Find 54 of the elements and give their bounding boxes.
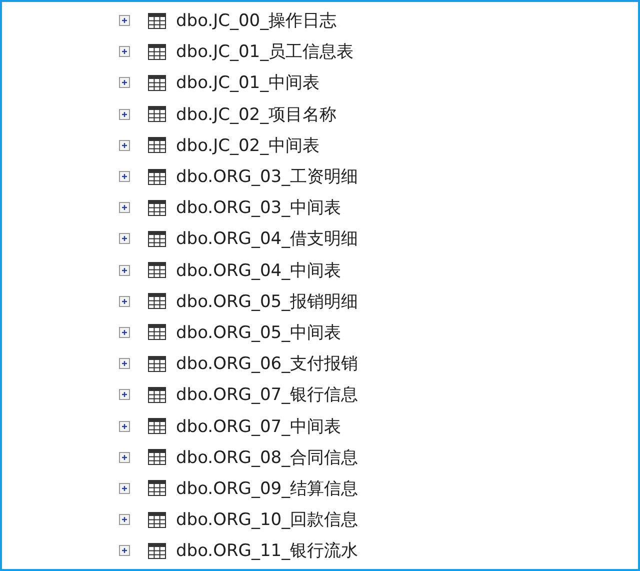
- tree-item-label[interactable]: dbo.ORG_03_工资明细: [176, 165, 358, 188]
- expand-icon[interactable]: [119, 233, 130, 244]
- table-icon: [148, 106, 166, 122]
- expand-icon[interactable]: [119, 452, 130, 463]
- table-icon: [148, 230, 166, 247]
- expand-icon[interactable]: [119, 326, 130, 338]
- expand-icon[interactable]: [119, 482, 130, 494]
- expand-icon[interactable]: [119, 171, 130, 182]
- expand-icon[interactable]: [119, 46, 130, 58]
- expand-icon[interactable]: [119, 202, 130, 214]
- tree-item-label[interactable]: dbo.JC_00_操作日志: [176, 9, 337, 32]
- expand-icon[interactable]: [119, 264, 130, 276]
- table-icon: [148, 168, 166, 185]
- table-icon: [148, 74, 166, 91]
- tree-item-label[interactable]: dbo.ORG_05_报销明细: [176, 290, 358, 313]
- table-icon: [148, 293, 166, 310]
- tree-item-label[interactable]: dbo.JC_01_中间表: [176, 71, 320, 94]
- tree-item-label[interactable]: dbo.ORG_05_中间表: [176, 320, 342, 344]
- expand-icon[interactable]: [119, 420, 130, 432]
- table-icon: [148, 356, 166, 372]
- expand-icon[interactable]: [119, 514, 130, 526]
- expand-icon[interactable]: [119, 140, 130, 151]
- table-icon: [148, 386, 166, 403]
- tree-item-label[interactable]: dbo.ORG_07_银行信息: [176, 383, 358, 406]
- table-icon: [148, 44, 166, 60]
- table-icon: [148, 542, 166, 559]
- expand-icon[interactable]: [119, 15, 130, 26]
- tree-item-label[interactable]: dbo.ORG_04_借支明细: [176, 227, 358, 250]
- tree-item-label[interactable]: dbo.JC_01_员工信息表: [176, 40, 354, 64]
- table-icon: [148, 12, 166, 29]
- tree-item-label[interactable]: dbo.ORG_03_中间表: [176, 196, 342, 220]
- tree-item-label[interactable]: dbo.ORG_10_回款信息: [176, 508, 358, 532]
- expand-icon[interactable]: [119, 296, 130, 307]
- tree-item-label[interactable]: dbo.ORG_04_中间表: [176, 258, 342, 282]
- table-icon: [148, 324, 166, 340]
- tree-item-label[interactable]: dbo.ORG_11_银行流水: [176, 539, 358, 562]
- table-icon: [148, 418, 166, 434]
- expand-icon[interactable]: [119, 108, 130, 120]
- tree-item-label[interactable]: dbo.ORG_07_中间表: [176, 414, 342, 438]
- table-icon: [148, 512, 166, 528]
- table-icon: [148, 480, 166, 496]
- expand-icon[interactable]: [119, 389, 130, 400]
- expand-icon[interactable]: [119, 545, 130, 556]
- expand-icon[interactable]: [119, 77, 130, 88]
- table-icon: [148, 200, 166, 216]
- table-icon: [148, 137, 166, 154]
- tree-item-label[interactable]: dbo.ORG_08_合同信息: [176, 446, 358, 469]
- tree-item-label[interactable]: dbo.ORG_09_结算信息: [176, 476, 358, 500]
- tree-item-label[interactable]: dbo.JC_02_中间表: [176, 134, 320, 157]
- expand-icon[interactable]: [119, 358, 130, 370]
- tree-item-label[interactable]: dbo.JC_02_项目名称: [176, 102, 337, 126]
- tree-item-label[interactable]: dbo.ORG_06_支付报销: [176, 352, 358, 376]
- table-icon: [148, 262, 166, 278]
- table-icon: [148, 449, 166, 466]
